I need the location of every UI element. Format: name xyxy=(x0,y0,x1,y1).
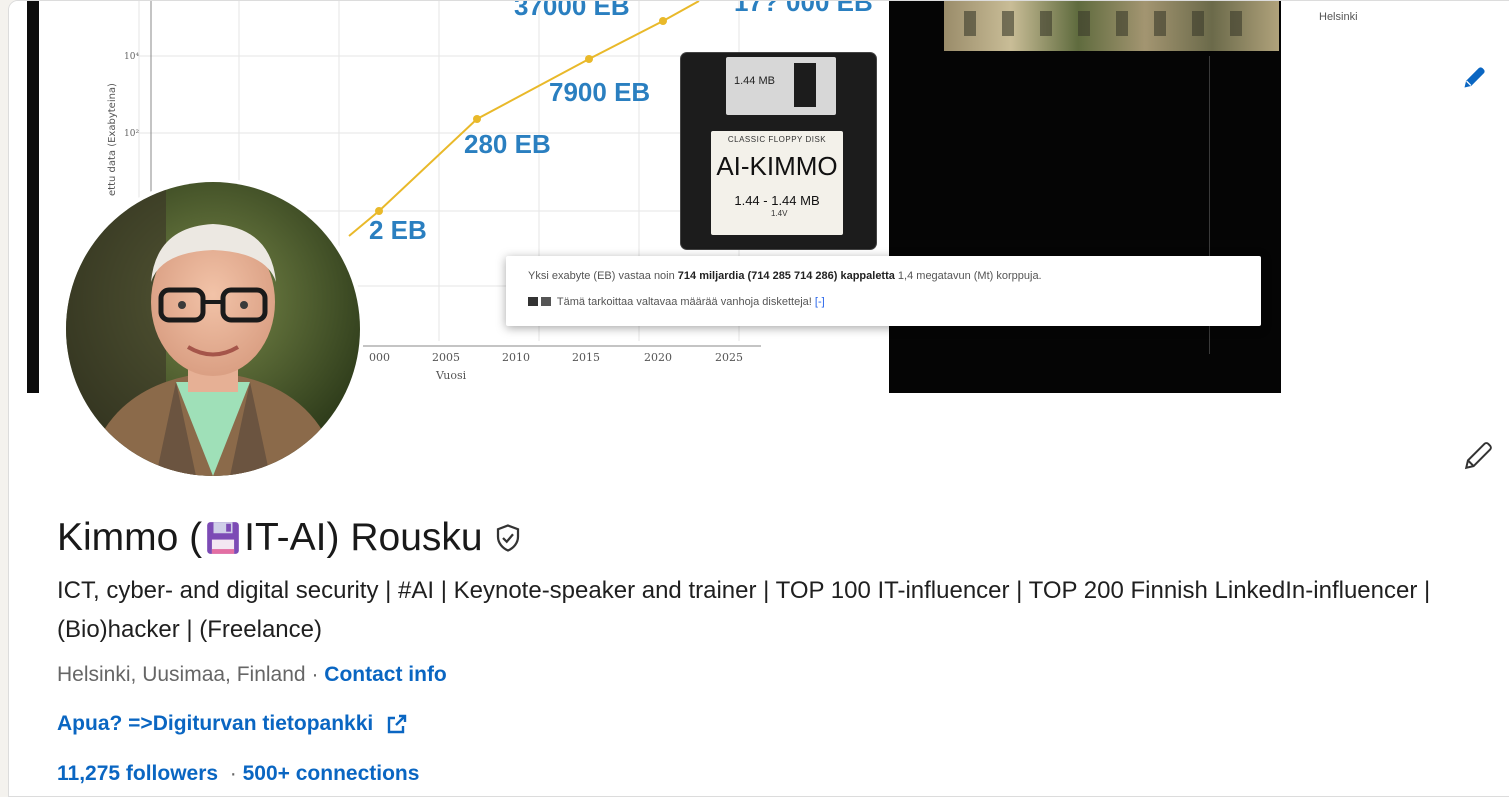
point-label: 280 EB xyxy=(464,129,551,159)
point-label: 17? 000 EB xyxy=(734,1,873,17)
separator: · xyxy=(305,663,325,686)
profile-avatar[interactable] xyxy=(66,182,360,476)
external-link-text: Apua? =>Digiturvan tietopankki xyxy=(57,712,374,735)
tooltip-line-2: Tämä tarkoittaa valtavaa määrää vanhoja … xyxy=(528,296,825,308)
point-label: 37000 EB xyxy=(514,1,630,21)
floppy-disk-image: 1.44 MB CLASSIC FLOPPY DISK AI-KIMMO 1.4… xyxy=(681,53,876,249)
edit-banner-button[interactable] xyxy=(1457,59,1493,95)
banner-photo xyxy=(944,1,1279,51)
x-tick: 2015 xyxy=(572,351,600,364)
x-tick: 000 xyxy=(369,351,390,364)
tooltip-line-1: Yksi exabyte (EB) vastaa noin 714 miljar… xyxy=(528,270,1042,282)
tooltip-text: Yksi exabyte (EB) vastaa noin xyxy=(528,270,678,282)
floppy-shutter-text: 1.44 MB xyxy=(734,75,775,87)
pencil-icon xyxy=(1464,442,1492,470)
avatar-photo xyxy=(66,182,360,476)
profile-card: 10⁴ 10² ettu data (Exabyteina) 000 2005 … xyxy=(8,0,1509,797)
pencil-icon xyxy=(1464,67,1485,88)
floppy-disk-icon xyxy=(207,522,240,554)
floppy-mini-icon xyxy=(541,297,551,306)
connections-link[interactable]: 500+ connections xyxy=(243,762,420,785)
point-label: 2 EB xyxy=(369,215,427,245)
name-prefix: Kimmo ( xyxy=(57,516,203,559)
banner-dark-panel xyxy=(889,1,1281,393)
separator: · xyxy=(223,762,243,785)
verified-shield-icon[interactable] xyxy=(493,523,523,553)
banner-edge xyxy=(27,1,39,393)
point-label: 7900 EB xyxy=(549,77,650,107)
y-tick: 10⁴ xyxy=(124,52,139,62)
banner-corner-text: Helsinki xyxy=(1319,11,1358,23)
network-row: 11,275 followers · 500+ connections xyxy=(57,762,419,786)
external-website-link[interactable]: Apua? =>Digiturvan tietopankki xyxy=(57,712,409,736)
profile-headline: ICT, cyber- and digital security | #AI |… xyxy=(57,577,1431,643)
floppy-label-line: 1.44 - 1.44 MB xyxy=(734,193,820,208)
tooltip-link: [-] xyxy=(814,296,825,308)
tooltip-text: Tämä tarkoittaa valtavaa määrää vanhoja … xyxy=(556,296,812,308)
floppy-label-sub: 1.4V xyxy=(771,209,788,218)
contact-info-link[interactable]: Contact info xyxy=(324,663,446,686)
followers-link[interactable]: 11,275 followers xyxy=(57,762,218,785)
y-tick: 10² xyxy=(124,129,139,139)
name-suffix: IT-AI) Rousku xyxy=(244,516,483,559)
banner-tooltip: Yksi exabyte (EB) vastaa noin 714 miljar… xyxy=(506,256,1261,326)
x-tick: 2025 xyxy=(715,351,743,364)
y-axis-label: ettu data (Exabyteina) xyxy=(107,83,118,196)
x-tick: 2005 xyxy=(432,351,460,364)
floppy-label-top: CLASSIC FLOPPY DISK xyxy=(727,135,827,144)
x-axis-label: Vuosi xyxy=(435,369,467,382)
square-icon xyxy=(528,297,538,306)
floppy-shutter: 1.44 MB xyxy=(726,57,836,115)
external-link-icon xyxy=(388,714,407,734)
floppy-shutter-hole xyxy=(794,63,816,107)
tooltip-bold: 714 miljardia (714 285 714 286) kappalet… xyxy=(677,270,895,282)
edit-intro-button[interactable] xyxy=(1457,433,1501,477)
tooltip-text: 1,4 megatavun (Mt) korppuja. xyxy=(894,270,1042,282)
profile-name: Kimmo ( IT-AI) Rousku xyxy=(57,516,523,560)
x-tick: 2010 xyxy=(502,351,530,364)
location-text: Helsinki, Uusimaa, Finland xyxy=(57,663,306,686)
location-row: Helsinki, Uusimaa, Finland · Contact inf… xyxy=(57,663,447,687)
floppy-label-main: AI-KIMMO xyxy=(716,151,838,181)
x-tick: 2020 xyxy=(644,351,672,364)
floppy-label: CLASSIC FLOPPY DISK AI-KIMMO 1.44 - 1.44… xyxy=(711,131,843,235)
